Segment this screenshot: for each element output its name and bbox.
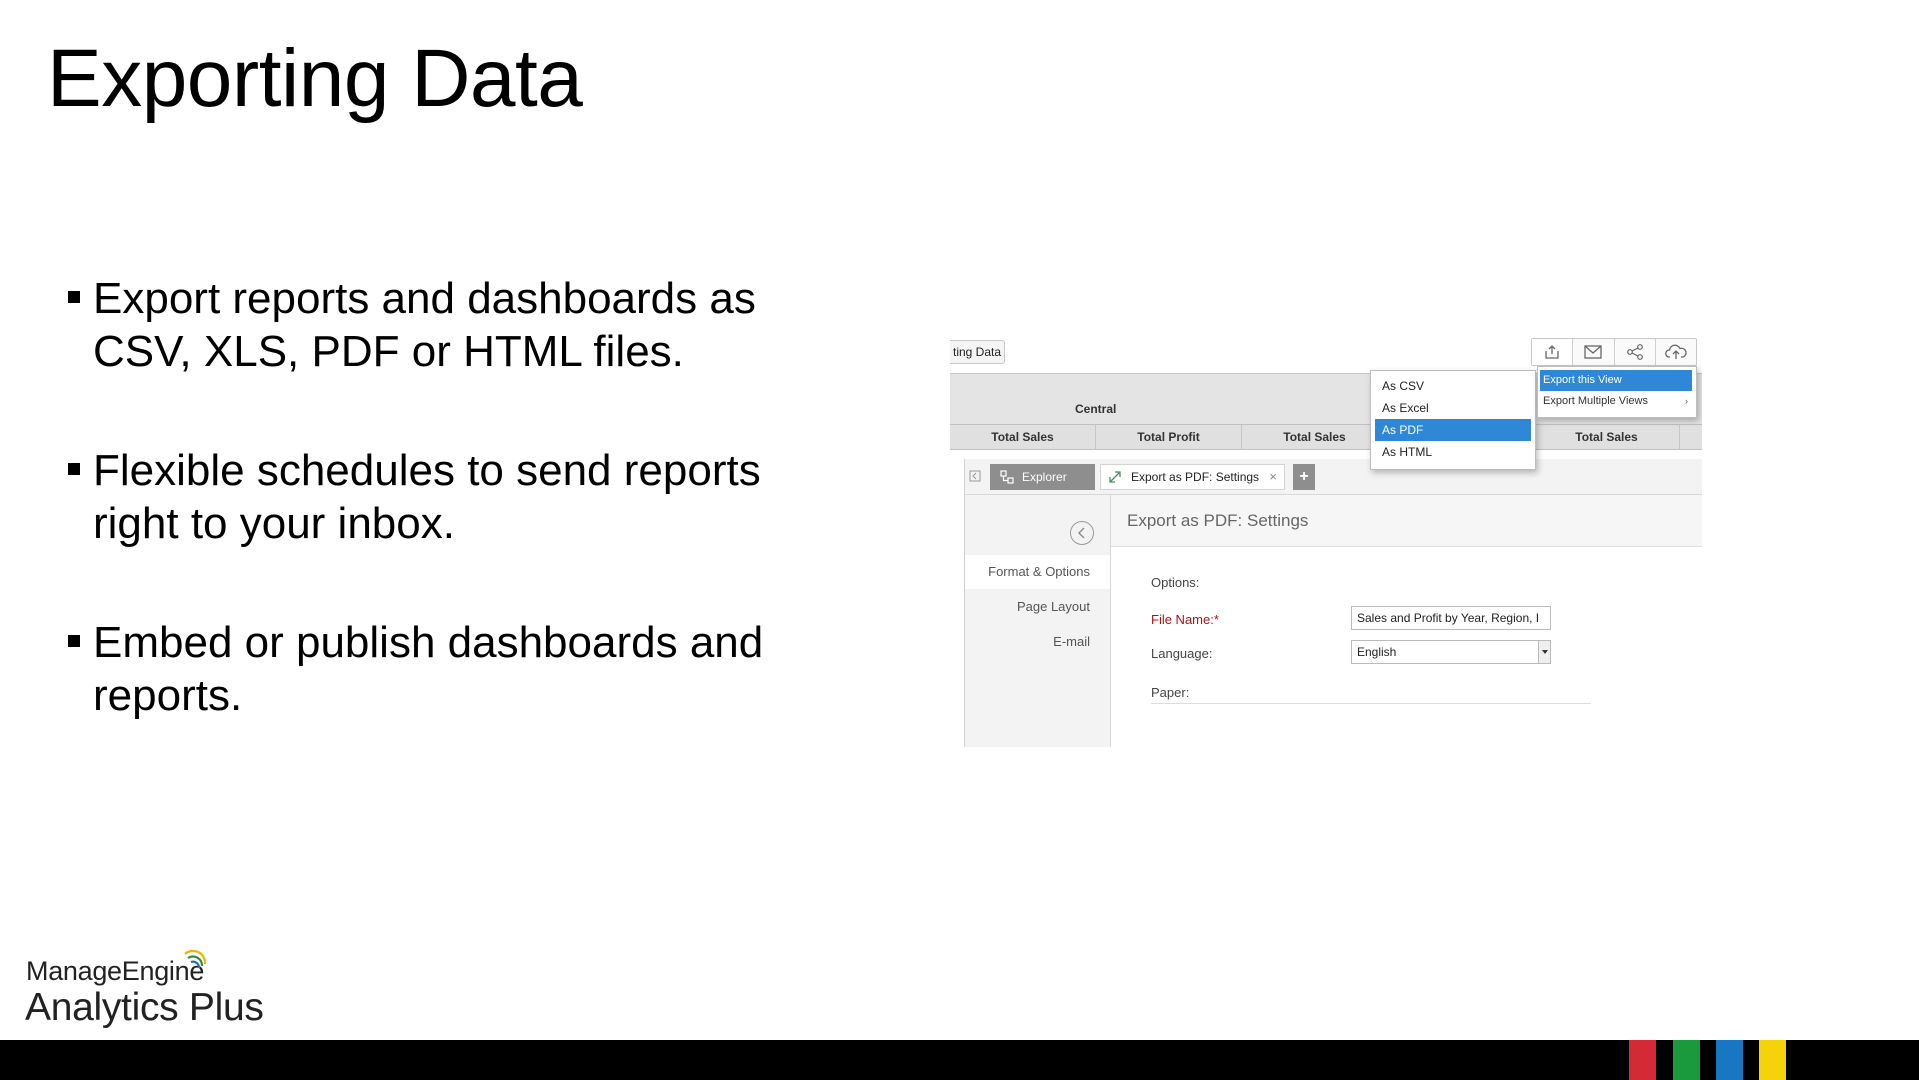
options-label: Options:	[1151, 575, 1200, 590]
brand-logo-icon	[184, 949, 207, 969]
export-format-menu: As CSV As Excel As PDF As HTML	[1370, 370, 1536, 470]
menu-item-html[interactable]: As HTML	[1375, 441, 1531, 463]
sidebar-item-email[interactable]: E-mail	[1053, 634, 1090, 649]
close-icon[interactable]: ×	[1269, 465, 1277, 489]
bullet-text: Embed or publish dashboards and reports.	[93, 618, 764, 720]
report-tab[interactable]: ting Data	[950, 340, 1005, 364]
bullet-list: Export reports and dashboards as CSV, XL…	[68, 272, 808, 788]
email-button[interactable]	[1573, 339, 1615, 365]
chevron-right-icon: ›	[1685, 396, 1688, 406]
footer-stripe-red	[1629, 1040, 1656, 1080]
grid-header-cell: Total Sales	[950, 425, 1096, 449]
footer-stripe-green	[1673, 1040, 1700, 1080]
footer-stripe-blue	[1716, 1040, 1743, 1080]
export-icon	[1545, 345, 1559, 359]
settings-sidebar: Format & Options Page Layout E-mail	[965, 495, 1110, 747]
brand-company: ManageEngine	[26, 956, 205, 986]
bullet-text: Flexible schedules to send reports right…	[93, 446, 761, 548]
footer-stripe-yellow	[1759, 1040, 1786, 1080]
sidebar-item-format-options[interactable]: Format & Options	[965, 555, 1110, 589]
file-name-label: File Name:*	[1151, 612, 1219, 627]
menu-item-export-this-view[interactable]: Export this View	[1540, 370, 1692, 391]
brand-product: Analytics Plus	[25, 986, 264, 1029]
grid-header-row: Total Sales Total Profit Total Sales Tot…	[950, 424, 1702, 450]
grid-header-cell: Total Sales	[1242, 425, 1388, 449]
grid-header-cell: Total Sales	[1534, 425, 1680, 449]
add-tab-button[interactable]: +	[1293, 464, 1315, 490]
bullet-item: Embed or publish dashboards and reports.	[68, 616, 808, 722]
panel-tab-bar: Explorer Export as PDF: Settings × +	[965, 459, 1702, 495]
publish-button[interactable]	[1656, 339, 1696, 365]
divider	[1151, 703, 1591, 704]
export-view-menu: Export this View Export Multiple Views ›	[1537, 366, 1697, 418]
sidebar-item-page-layout[interactable]: Page Layout	[1017, 599, 1090, 614]
bullet-item: Flexible schedules to send reports right…	[68, 444, 808, 550]
tab-export-settings[interactable]: Export as PDF: Settings ×	[1100, 464, 1285, 490]
language-value: English	[1357, 645, 1397, 659]
bullet-marker	[68, 635, 80, 647]
explorer-icon	[1000, 470, 1014, 484]
email-icon	[1584, 345, 1603, 359]
settings-content: Export as PDF: Settings Options: File Na…	[1110, 495, 1702, 747]
share-button[interactable]	[1615, 339, 1656, 365]
bullet-marker	[68, 463, 80, 475]
publish-icon	[1664, 344, 1687, 359]
export-toolbar	[1531, 338, 1697, 366]
paper-label: Paper:	[1151, 685, 1190, 700]
chevron-down-icon	[1538, 641, 1550, 663]
menu-item-csv[interactable]: As CSV	[1375, 375, 1531, 397]
menu-item-label: Export Multiple Views	[1543, 395, 1648, 407]
file-name-input[interactable]: Sales and Profit by Year, Region, I	[1351, 606, 1551, 630]
menu-item-pdf[interactable]: As PDF	[1375, 419, 1531, 441]
chevron-left-icon	[1078, 527, 1085, 539]
bullet-item: Export reports and dashboards as CSV, XL…	[68, 272, 808, 378]
tab-label: Export as PDF: Settings	[1131, 470, 1260, 484]
back-button[interactable]	[1070, 521, 1094, 545]
grid-header-cell: Total Profit	[1096, 425, 1242, 449]
slide-title: Exporting Data	[47, 33, 583, 124]
tab-label: Explorer	[1022, 470, 1067, 484]
language-select[interactable]: English	[1351, 640, 1551, 664]
tab-explorer[interactable]: Explorer	[990, 464, 1095, 490]
share-icon	[1626, 344, 1643, 360]
export-screenshot: ting Data Central Total Sales Total Prof…	[950, 335, 1702, 747]
grid-region-label: Central	[1075, 402, 1117, 416]
expand-icon	[1109, 471, 1121, 483]
menu-item-excel[interactable]: As Excel	[1375, 397, 1531, 419]
language-label: Language:	[1151, 646, 1213, 661]
export-settings-panel: Explorer Export as PDF: Settings × + For…	[964, 459, 1702, 747]
bullet-text: Export reports and dashboards as CSV, XL…	[93, 274, 756, 376]
bullet-marker	[68, 291, 80, 303]
export-button[interactable]	[1532, 339, 1574, 365]
menu-item-export-multiple-views[interactable]: Export Multiple Views ›	[1540, 391, 1692, 412]
collapse-icon[interactable]	[969, 470, 981, 482]
settings-title: Export as PDF: Settings	[1111, 495, 1702, 547]
